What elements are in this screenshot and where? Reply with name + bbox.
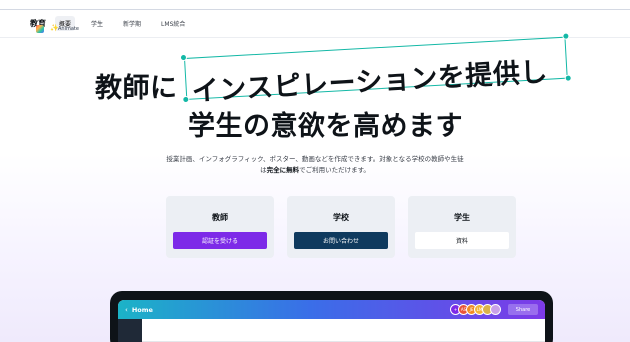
verify-button[interactable]: 認証を受ける xyxy=(173,232,267,249)
editor-topbar: ‹ Home + AS JE LM Share xyxy=(118,300,545,319)
hero-subtitle-line2: は完全に無料でご利用いただけます。 xyxy=(0,164,630,174)
card-title: 学生 xyxy=(454,213,470,222)
resize-handle-top-right[interactable] xyxy=(562,32,570,40)
card-student: 学生 資料 xyxy=(408,196,516,258)
resources-button[interactable]: 資料 xyxy=(415,232,509,249)
share-button[interactable]: Share xyxy=(508,304,538,315)
chevron-left-icon[interactable]: ‹ xyxy=(125,306,128,314)
contact-button[interactable]: お問い合わせ xyxy=(294,232,388,249)
hero-subtitle-line1: 授業計画、インフォグラフィック、ポスター、動画などを作成できます。対象となる学校… xyxy=(166,155,464,163)
editor-preview: ‹ Home + AS JE LM Share xyxy=(118,300,545,342)
nav-item-lms[interactable]: LMS統合 xyxy=(157,16,189,31)
collaborator-avatars: + AS JE LM xyxy=(450,304,501,315)
hero-heading-line2: 学生の意欲を高めます xyxy=(188,111,463,142)
hero-heading-prefix: 教師に xyxy=(95,73,178,104)
nav-item-new-term[interactable]: 新学期 xyxy=(119,16,145,31)
top-nav: 教育 概要 学生 新学期 LMS統合 xyxy=(0,10,630,38)
subtitle-post: でご利用いただけます。 xyxy=(299,166,370,174)
avatar[interactable] xyxy=(490,304,501,315)
nav-item-students[interactable]: 学生 xyxy=(87,16,107,31)
card-title: 教師 xyxy=(212,213,228,222)
color-swatch-icon[interactable] xyxy=(36,25,44,33)
subtitle-bold: 完全に無料 xyxy=(266,166,300,174)
editor-toolbar xyxy=(118,319,545,342)
editor-home-link[interactable]: Home xyxy=(132,306,153,314)
card-school: 学校 お問い合わせ xyxy=(287,196,395,258)
card-title: 学校 xyxy=(333,213,349,222)
editor-side-panel xyxy=(118,319,142,342)
resize-handle-bottom-left[interactable] xyxy=(182,95,190,104)
resize-handle-bottom-right[interactable] xyxy=(564,74,572,82)
animate-button[interactable]: Animate xyxy=(58,26,79,32)
card-teacher: 教師 認証を受ける xyxy=(166,196,274,258)
